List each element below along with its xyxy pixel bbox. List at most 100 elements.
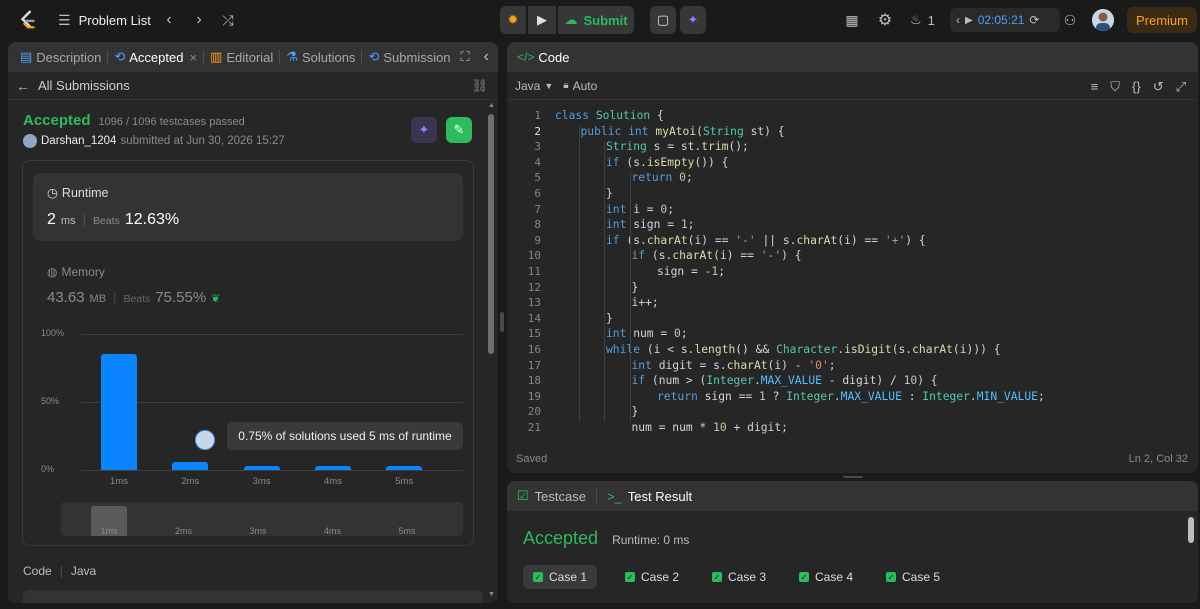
line-number: 9 xyxy=(534,233,541,247)
scrollbar[interactable]: ▲ ▼ xyxy=(488,102,495,598)
tab-description[interactable]: ▤ Description xyxy=(14,42,107,72)
code-tab-label[interactable]: Code xyxy=(538,50,569,65)
streak-counter[interactable]: ♨ 1 xyxy=(910,10,935,30)
bookmark-icon[interactable]: ⛉ xyxy=(1110,79,1120,95)
all-submissions-link[interactable]: All Submissions xyxy=(38,78,130,93)
reset-icon[interactable]: ⟳ xyxy=(1029,13,1039,27)
case-tab-4[interactable]: ✓ Case 4 xyxy=(789,565,863,589)
format-icon[interactable]: ≡ xyxy=(1091,79,1099,95)
streak-count: 1 xyxy=(927,12,935,28)
tab-editorial[interactable]: ▥ Editorial xyxy=(204,42,279,72)
chart-gridline xyxy=(81,402,463,403)
author-row: Darshan_1204 submitted at Jun 30, 2026 1… xyxy=(23,134,285,148)
chart-bar-1ms[interactable] xyxy=(101,354,137,470)
code-line: } xyxy=(606,187,613,200)
tab-submission[interactable]: ⟲ Submission xyxy=(362,42,456,72)
edit-icon[interactable]: ✎ xyxy=(446,117,472,143)
chart-gridline xyxy=(81,470,463,471)
tab-label: Submission xyxy=(383,49,451,65)
code-editor[interactable]: 1 class Solution {2 public int myAtoi(Stri… xyxy=(507,106,1198,436)
chevron-left-icon[interactable]: ‹ xyxy=(956,13,960,27)
y-tick-label: 0% xyxy=(41,464,55,474)
tab-solutions[interactable]: ⚗ Solutions xyxy=(280,42,361,72)
case-tab-1[interactable]: ✓ Case 1 xyxy=(523,565,598,589)
debug-icon[interactable]: ✹ xyxy=(500,6,526,34)
cursor-position: Ln 2, Col 32 xyxy=(1128,453,1188,465)
line-number: 8 xyxy=(534,218,541,232)
range-selector[interactable]: 1ms 2ms 3ms 4ms 5ms xyxy=(61,502,463,536)
terminal-icon: >_ xyxy=(606,488,622,504)
avatar[interactable] xyxy=(23,134,37,148)
chevron-right-icon[interactable]: › xyxy=(184,5,214,35)
runtime-stats: 2 ms | Beats 12.63% xyxy=(47,211,179,229)
chevron-left-icon[interactable]: ‹ xyxy=(154,5,184,35)
editor-toolbar: Java ▼ 🔒︎ Auto ≡ ⛉ {} ↺ ⤢ xyxy=(507,72,1198,100)
line-number: 11 xyxy=(527,265,541,278)
scroll-up-icon[interactable]: ▲ xyxy=(488,102,495,109)
line-number: 14 xyxy=(527,311,541,325)
line-number: 1 xyxy=(534,109,541,122)
add-user-icon[interactable]: ⚇ xyxy=(1055,5,1085,35)
shuffle-icon[interactable]: ⤮ xyxy=(213,5,243,35)
code-line: } xyxy=(606,311,613,325)
collapse-icon[interactable]: ‹ xyxy=(484,48,489,66)
note-icon[interactable]: ▢ xyxy=(650,6,676,34)
memory-header[interactable]: ◍ Memory xyxy=(47,265,105,279)
tab-label: Description xyxy=(36,49,102,65)
tab-accepted[interactable]: ⟲ Accepted × xyxy=(108,42,203,72)
runtime-card[interactable]: ◷ Runtime 2 ms | Beats 12.63% xyxy=(33,173,463,241)
braces-icon[interactable]: {} xyxy=(1132,79,1141,95)
chart-bar-4ms[interactable] xyxy=(314,465,351,470)
play-icon[interactable]: ▶ xyxy=(965,15,973,26)
runtime-value: 2 xyxy=(47,211,56,228)
undo-icon[interactable]: ↺ xyxy=(1153,79,1164,95)
expand-icon[interactable]: ⤢ xyxy=(1176,79,1186,95)
sparkle-icon[interactable]: ✦ xyxy=(680,6,706,34)
auto-mode[interactable]: 🔒︎ Auto xyxy=(563,79,597,93)
code-line: sign = -1; xyxy=(657,265,726,278)
logo-icon[interactable] xyxy=(16,8,40,32)
avatar[interactable] xyxy=(1092,9,1114,31)
tab-test-result[interactable]: Test Result xyxy=(628,489,692,504)
maximize-icon[interactable]: ⛶ xyxy=(461,49,470,65)
scroll-down-icon[interactable]: ▼ xyxy=(488,591,495,598)
run-button[interactable]: ▶ xyxy=(528,6,556,34)
chart-bar-3ms[interactable] xyxy=(243,465,280,470)
layout-icon[interactable]: ▦ xyxy=(837,5,867,35)
scroll-thumb[interactable] xyxy=(1188,517,1194,543)
case-tab-5[interactable]: ✓ Case 5 xyxy=(876,565,950,589)
check-icon: ✓ xyxy=(799,572,809,582)
resize-handle[interactable] xyxy=(500,312,504,332)
code-line: int sign = 1; xyxy=(606,218,695,232)
premium-button[interactable]: Premium xyxy=(1127,7,1197,33)
language-select[interactable]: Java ▼ xyxy=(515,79,553,93)
line-number: 3 xyxy=(534,140,541,154)
memory-stats[interactable]: 43.63 MB | Beats 75.55% ❦ xyxy=(47,289,220,306)
sparkle-icon[interactable]: ✦ xyxy=(411,117,437,143)
runtime-beats: 12.63% xyxy=(124,211,180,228)
submit-button[interactable]: ☁ Submit xyxy=(558,6,634,34)
code-label: Code xyxy=(23,564,52,578)
indent-guide xyxy=(604,141,605,422)
code-line: int digit = s.charAt(i) - '0'; xyxy=(631,358,836,372)
link-icon[interactable]: ⛓ xyxy=(471,78,488,94)
gear-icon[interactable]: ⚙ xyxy=(870,5,900,35)
problem-list-button[interactable]: ☰ Problem List xyxy=(58,10,151,30)
arrow-left-icon[interactable]: ← xyxy=(16,78,30,94)
username[interactable]: Darshan_1204 xyxy=(41,135,116,147)
case-tab-2[interactable]: ✓ Case 2 xyxy=(615,565,689,589)
close-icon[interactable]: × xyxy=(189,50,197,65)
my-submission-avatar[interactable] xyxy=(195,430,215,450)
tab-testcase[interactable]: Testcase xyxy=(535,489,586,504)
submit-label: Submit xyxy=(583,12,628,28)
chart-bar-5ms[interactable] xyxy=(386,465,423,470)
scroll-thumb[interactable] xyxy=(488,114,494,354)
y-tick-label: 100% xyxy=(41,328,65,338)
case-tab-3[interactable]: ✓ Case 3 xyxy=(702,565,776,589)
description-icon: ▤ xyxy=(20,49,33,64)
range-tick-label: 3ms xyxy=(249,526,267,536)
code-language: Java xyxy=(70,564,97,578)
resize-handle[interactable] xyxy=(843,476,863,478)
timer[interactable]: ‹ ▶ 02:05:21 ⟳ xyxy=(950,8,1060,32)
chart-bar-2ms[interactable] xyxy=(172,461,209,470)
